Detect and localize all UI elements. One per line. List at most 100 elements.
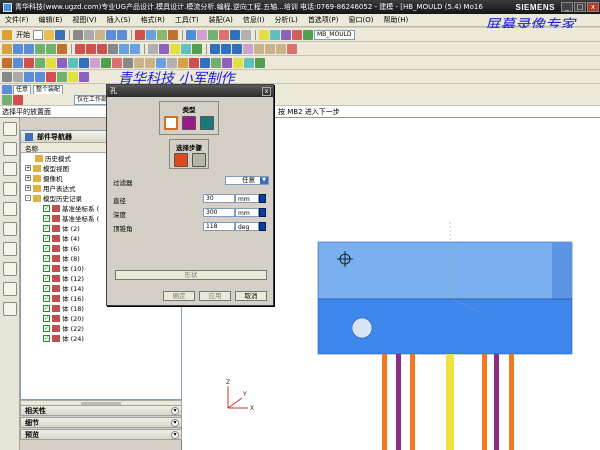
zoom-icon[interactable] — [197, 29, 207, 40]
expand-icon[interactable]: + — [25, 165, 31, 171]
menu-format[interactable]: 格式(R) — [136, 15, 170, 25]
column-name[interactable]: 名称 — [21, 143, 111, 153]
cut-icon[interactable] — [73, 29, 83, 40]
revolve-icon[interactable] — [24, 43, 34, 54]
point-on-curve-icon[interactable] — [79, 71, 89, 82]
reuse-library-tab[interactable] — [3, 182, 17, 196]
ejector-pin-4[interactable] — [482, 354, 487, 450]
menu-preferences[interactable]: 首选项(P) — [303, 15, 344, 25]
fit-icon[interactable] — [186, 29, 196, 40]
section-preview[interactable]: 预览 ▾ — [20, 429, 182, 440]
menu-window[interactable]: 窗口(O) — [344, 15, 379, 25]
delete-file-icon[interactable] — [244, 57, 254, 68]
save-icon[interactable] — [55, 29, 65, 40]
draft-icon[interactable] — [159, 43, 169, 54]
hole-table-icon[interactable] — [222, 57, 232, 68]
menu-analysis[interactable]: 分析(L) — [269, 15, 302, 25]
show-icon[interactable] — [157, 29, 167, 40]
tree-row[interactable]: ✓ 体 (20) — [21, 313, 181, 323]
counterbore-hole-button[interactable] — [182, 116, 196, 130]
cancel-button[interactable]: 取消 — [235, 291, 267, 301]
menu-view[interactable]: 视图(V) — [67, 15, 101, 25]
block-icon[interactable] — [35, 43, 45, 54]
visibility-check-icon[interactable]: ✓ — [43, 304, 50, 312]
subtract-icon[interactable] — [86, 43, 96, 54]
family-mould-icon[interactable] — [46, 57, 56, 68]
shell-icon[interactable] — [170, 43, 180, 54]
slider-icon[interactable] — [112, 57, 122, 68]
mould-base-icon[interactable] — [79, 57, 89, 68]
mould-init-icon[interactable] — [2, 57, 12, 68]
intersection-icon[interactable] — [57, 71, 67, 82]
rotate-icon[interactable] — [208, 29, 218, 40]
window-icon[interactable] — [146, 29, 156, 40]
visibility-check-icon[interactable]: ✓ — [43, 294, 50, 302]
visibility-check-icon[interactable]: ✓ — [43, 224, 50, 232]
datum-csys-icon[interactable] — [232, 43, 242, 54]
collapse-icon[interactable]: - — [25, 195, 31, 201]
constraint-navigator-tab[interactable] — [3, 142, 17, 156]
ejector-pin-5[interactable] — [494, 354, 499, 450]
maximize-button[interactable]: □ — [574, 2, 586, 12]
tip-angle-spinner[interactable] — [259, 222, 266, 231]
reset-filter-icon[interactable] — [13, 94, 23, 105]
open-folder-icon[interactable] — [44, 29, 54, 40]
depth-input[interactable]: 300 — [203, 208, 235, 217]
scope-icon[interactable] — [2, 94, 12, 105]
trim-body-icon[interactable] — [108, 43, 118, 54]
point-icon[interactable] — [243, 43, 253, 54]
cylinder-icon[interactable] — [46, 43, 56, 54]
visibility-check-icon[interactable]: ✓ — [43, 324, 50, 332]
cavity-layout-icon[interactable] — [35, 57, 45, 68]
chevron-down-icon[interactable]: ▾ — [171, 418, 179, 427]
section-details[interactable]: 细节 ▾ — [20, 417, 182, 428]
chevron-down-icon[interactable]: ▾ — [171, 430, 179, 439]
close-button[interactable]: x — [587, 2, 599, 12]
bom-icon[interactable] — [200, 57, 210, 68]
chevron-down-icon[interactable]: ▾ — [171, 406, 179, 415]
menu-insert[interactable]: 插入(S) — [102, 15, 136, 25]
section-dependencies[interactable]: 相关性 ▾ — [20, 405, 182, 416]
web-browser-tab[interactable] — [3, 282, 17, 296]
visibility-check-icon[interactable]: ✓ — [43, 254, 50, 262]
cooling-icon[interactable] — [156, 57, 166, 68]
ejector-pin-2[interactable] — [396, 354, 401, 450]
offset-face-icon[interactable] — [148, 43, 158, 54]
chamfer-icon[interactable] — [130, 43, 140, 54]
snap-icon[interactable] — [13, 71, 23, 82]
part-navigator-tab[interactable] — [3, 162, 17, 176]
start-button[interactable]: 开始 — [16, 30, 30, 40]
endpoint-icon[interactable] — [24, 71, 34, 82]
ejector-pin-6[interactable] — [509, 354, 514, 450]
visibility-check-icon[interactable]: ✓ — [43, 264, 50, 272]
cavity-block[interactable] — [317, 241, 573, 300]
pattern-icon[interactable] — [192, 43, 202, 54]
standard-part-icon[interactable] — [90, 57, 100, 68]
intersect-icon[interactable] — [97, 43, 107, 54]
expand-icon[interactable]: + — [25, 175, 31, 181]
drawing-icon[interactable] — [211, 57, 221, 68]
ejector-pin-icon[interactable] — [101, 57, 111, 68]
placement-face-step-button[interactable] — [174, 153, 188, 167]
workpiece-icon[interactable] — [24, 57, 34, 68]
countersink-hole-button[interactable] — [200, 116, 214, 130]
wireframe-icon[interactable] — [241, 29, 251, 40]
quadrant-icon[interactable] — [68, 71, 78, 82]
apply-button[interactable]: 应用 — [199, 291, 231, 301]
arc-icon[interactable] — [276, 43, 286, 54]
hide-icon[interactable] — [168, 29, 178, 40]
assembly-scope-dropdown[interactable]: 整个装配 — [33, 84, 64, 95]
datum-axis-icon[interactable] — [221, 43, 231, 54]
extrude-icon[interactable] — [13, 43, 23, 54]
mould-validation-icon[interactable] — [255, 57, 265, 68]
filter-icon[interactable] — [2, 84, 12, 95]
midpoint-icon[interactable] — [35, 71, 45, 82]
visibility-check-icon[interactable]: ✓ — [43, 234, 50, 242]
redo-icon[interactable] — [117, 29, 127, 40]
chevron-down-icon[interactable]: ▼ — [260, 177, 268, 184]
mould-csys-icon[interactable] — [13, 57, 23, 68]
tip-angle-input[interactable]: 118 — [203, 222, 235, 231]
tree-row[interactable]: ✓ 体 (22) — [21, 323, 181, 333]
visibility-check-icon[interactable]: ✓ — [43, 334, 50, 342]
visibility-check-icon[interactable]: ✓ — [43, 204, 50, 212]
